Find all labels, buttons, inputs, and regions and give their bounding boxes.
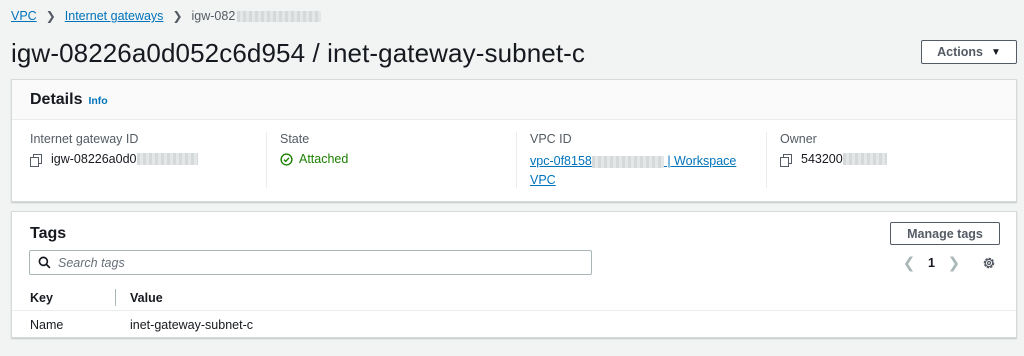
vpc-id-text-line2: VPC — [530, 173, 556, 187]
breadcrumb-current: igw-082 — [191, 9, 236, 23]
vpc-id-text-start: vpc-0f8158 — [530, 154, 592, 168]
redacted-text — [237, 10, 322, 22]
gear-icon[interactable] — [982, 256, 996, 270]
owner-field: Owner 543200 — [780, 132, 887, 188]
table-header: Key Value — [12, 285, 1016, 311]
page-number[interactable]: 1 — [928, 256, 935, 270]
column-header-key[interactable]: Key — [30, 291, 53, 305]
check-circle-icon — [280, 152, 293, 166]
column-divider — [266, 132, 267, 188]
tags-title: Tags — [30, 225, 67, 242]
pagination: ❮ 1 ❯ — [902, 254, 961, 272]
column-header-value[interactable]: Value — [130, 291, 163, 305]
column-divider — [766, 132, 767, 188]
redacted-text — [842, 153, 887, 165]
state-label: State — [280, 132, 310, 146]
gateway-id-text: igw-08226a0d0 — [51, 152, 137, 166]
state-text: Attached — [299, 152, 349, 166]
manage-tags-button[interactable]: Manage tags — [890, 222, 1000, 245]
actions-label: Actions — [937, 45, 983, 59]
state-field: State Attached — [280, 132, 348, 188]
details-title: Details — [30, 90, 83, 108]
actions-button[interactable]: Actions ▼ — [921, 40, 1017, 64]
details-header: Details Info — [12, 80, 1016, 120]
tags-table: Key Value Name inet-gateway-subnet-c — [12, 285, 1016, 338]
search-field[interactable] — [29, 250, 592, 275]
page-title: igw-08226a0d052c6d954 / inet-gateway-sub… — [11, 38, 585, 68]
search-input[interactable] — [58, 255, 578, 270]
details-panel: Details Info Internet gateway ID igw-082… — [11, 79, 1017, 202]
chevron-right-icon: ❯ — [172, 9, 183, 23]
redacted-text — [591, 155, 664, 168]
state-value: Attached — [280, 152, 348, 166]
gateway-id-field: Internet gateway ID igw-08226a0d0 — [30, 132, 198, 188]
info-link[interactable]: Info — [88, 95, 107, 107]
vpc-id-text-end: | Workspace — [663, 154, 737, 168]
caret-down-icon: ▼ — [990, 46, 1001, 58]
table-row: Name inet-gateway-subnet-c — [12, 311, 1016, 338]
chevron-left-icon[interactable]: ❮ — [902, 254, 916, 272]
breadcrumb: VPC ❯ Internet gateways ❯ igw-082 — [11, 9, 322, 23]
gateway-id-label: Internet gateway ID — [30, 132, 139, 146]
owner-value: 543200 — [780, 152, 887, 167]
owner-label: Owner — [780, 132, 817, 146]
vpc-id-link[interactable]: vpc-0f8158 | Workspace VPC — [530, 152, 736, 190]
vpc-id-field: VPC ID vpc-0f8158 | Workspace VPC — [530, 132, 736, 188]
search-icon — [38, 256, 51, 269]
vpc-id-label: VPC ID — [530, 132, 572, 146]
breadcrumb-internet-gateways-link[interactable]: Internet gateways — [65, 9, 164, 23]
chevron-right-icon[interactable]: ❯ — [947, 254, 961, 272]
chevron-right-icon: ❯ — [45, 9, 56, 23]
breadcrumb-vpc-link[interactable]: VPC — [11, 9, 37, 23]
redacted-text — [136, 153, 198, 165]
column-divider[interactable] — [115, 289, 116, 306]
copy-icon[interactable] — [30, 153, 42, 167]
tags-panel: Tags Manage tags ❮ 1 ❯ Key Value Name in… — [11, 211, 1017, 338]
owner-text: 543200 — [801, 152, 843, 166]
tag-value-cell: inet-gateway-subnet-c — [130, 317, 253, 332]
details-columns: Internet gateway ID igw-08226a0d0 State … — [12, 132, 1016, 190]
gateway-id-value: igw-08226a0d0 — [30, 152, 198, 167]
copy-icon[interactable] — [780, 153, 792, 167]
column-divider — [516, 132, 517, 188]
tag-key-cell: Name — [30, 317, 64, 332]
